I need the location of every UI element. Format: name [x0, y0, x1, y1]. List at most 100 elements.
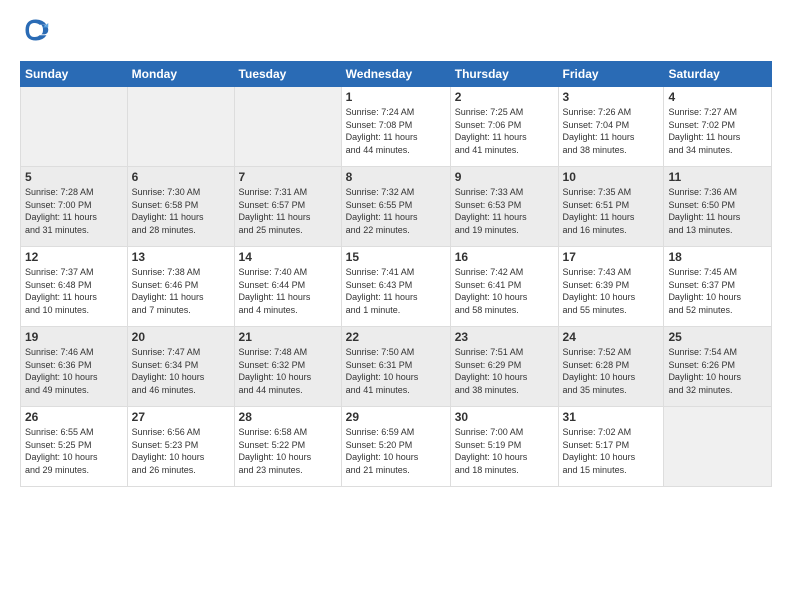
- calendar-header-wednesday: Wednesday: [341, 62, 450, 87]
- day-number: 22: [346, 330, 446, 344]
- calendar-cell: 21 Sunrise: 7:48 AM Sunset: 6:32 PM Dayli…: [234, 327, 341, 407]
- calendar-week-row: 19 Sunrise: 7:46 AM Sunset: 6:36 PM Dayli…: [21, 327, 772, 407]
- calendar-header-thursday: Thursday: [450, 62, 558, 87]
- calendar-cell: 13 Sunrise: 7:38 AM Sunset: 6:46 PM Dayli…: [127, 247, 234, 327]
- calendar-cell: 30 Sunrise: 7:00 AM Sunset: 5:19 PM Dayli…: [450, 407, 558, 487]
- day-number: 2: [455, 90, 554, 104]
- calendar-cell: 26 Sunrise: 6:55 AM Sunset: 5:25 PM Dayli…: [21, 407, 128, 487]
- calendar-header-row: SundayMondayTuesdayWednesdayThursdayFrid…: [21, 62, 772, 87]
- calendar-cell: 4 Sunrise: 7:27 AM Sunset: 7:02 PM Daylig…: [664, 87, 772, 167]
- day-number: 29: [346, 410, 446, 424]
- day-info: Sunrise: 7:27 AM Sunset: 7:02 PM Dayligh…: [668, 106, 767, 156]
- day-number: 25: [668, 330, 767, 344]
- day-info: Sunrise: 7:36 AM Sunset: 6:50 PM Dayligh…: [668, 186, 767, 236]
- day-info: Sunrise: 7:33 AM Sunset: 6:53 PM Dayligh…: [455, 186, 554, 236]
- calendar-cell: 17 Sunrise: 7:43 AM Sunset: 6:39 PM Dayli…: [558, 247, 664, 327]
- day-info: Sunrise: 7:48 AM Sunset: 6:32 PM Dayligh…: [239, 346, 337, 396]
- calendar-week-row: 1 Sunrise: 7:24 AM Sunset: 7:08 PM Daylig…: [21, 87, 772, 167]
- calendar-header-friday: Friday: [558, 62, 664, 87]
- page-container: SundayMondayTuesdayWednesdayThursdayFrid…: [0, 0, 792, 497]
- day-number: 19: [25, 330, 123, 344]
- day-info: Sunrise: 7:43 AM Sunset: 6:39 PM Dayligh…: [563, 266, 660, 316]
- day-info: Sunrise: 7:32 AM Sunset: 6:55 PM Dayligh…: [346, 186, 446, 236]
- day-info: Sunrise: 7:37 AM Sunset: 6:48 PM Dayligh…: [25, 266, 123, 316]
- day-number: 27: [132, 410, 230, 424]
- calendar-cell: 15 Sunrise: 7:41 AM Sunset: 6:43 PM Dayli…: [341, 247, 450, 327]
- calendar-cell: 28Sunrise: 6:58 AM Sunset: 5:22 PM Dayli…: [234, 407, 341, 487]
- calendar-cell: [127, 87, 234, 167]
- calendar-week-row: 5Sunrise: 7:28 AM Sunset: 7:00 PM Daylig…: [21, 167, 772, 247]
- day-info: Sunrise: 7:25 AM Sunset: 7:06 PM Dayligh…: [455, 106, 554, 156]
- day-number: 5: [25, 170, 123, 184]
- calendar-week-row: 12 Sunrise: 7:37 AM Sunset: 6:48 PM Dayli…: [21, 247, 772, 327]
- calendar-cell: 6Sunrise: 7:30 AM Sunset: 6:58 PM Daylig…: [127, 167, 234, 247]
- calendar-header-monday: Monday: [127, 62, 234, 87]
- day-info: Sunrise: 7:51 AM Sunset: 6:29 PM Dayligh…: [455, 346, 554, 396]
- day-info: Sunrise: 7:31 AM Sunset: 6:57 PM Dayligh…: [239, 186, 337, 236]
- day-number: 10: [563, 170, 660, 184]
- calendar-cell: 22 Sunrise: 7:50 AM Sunset: 6:31 PM Dayli…: [341, 327, 450, 407]
- day-info: Sunrise: 7:26 AM Sunset: 7:04 PM Dayligh…: [563, 106, 660, 156]
- calendar-cell: 27 Sunrise: 6:56 AM Sunset: 5:23 PM Dayli…: [127, 407, 234, 487]
- day-number: 23: [455, 330, 554, 344]
- calendar-cell: 7 Sunrise: 7:31 AM Sunset: 6:57 PM Daylig…: [234, 167, 341, 247]
- calendar-cell: 31 Sunrise: 7:02 AM Sunset: 5:17 PM Dayli…: [558, 407, 664, 487]
- day-info: Sunrise: 6:56 AM Sunset: 5:23 PM Dayligh…: [132, 426, 230, 476]
- day-info: Sunrise: 7:35 AM Sunset: 6:51 PM Dayligh…: [563, 186, 660, 236]
- calendar-table: SundayMondayTuesdayWednesdayThursdayFrid…: [20, 61, 772, 487]
- day-info: Sunrise: 7:00 AM Sunset: 5:19 PM Dayligh…: [455, 426, 554, 476]
- day-number: 30: [455, 410, 554, 424]
- day-info: Sunrise: 7:38 AM Sunset: 6:46 PM Dayligh…: [132, 266, 230, 316]
- day-info: Sunrise: 7:41 AM Sunset: 6:43 PM Dayligh…: [346, 266, 446, 316]
- calendar-cell: [234, 87, 341, 167]
- day-info: Sunrise: 7:50 AM Sunset: 6:31 PM Dayligh…: [346, 346, 446, 396]
- calendar-cell: 14 Sunrise: 7:40 AM Sunset: 6:44 PM Dayli…: [234, 247, 341, 327]
- day-number: 24: [563, 330, 660, 344]
- day-info: Sunrise: 7:42 AM Sunset: 6:41 PM Dayligh…: [455, 266, 554, 316]
- day-number: 12: [25, 250, 123, 264]
- day-info: Sunrise: 7:02 AM Sunset: 5:17 PM Dayligh…: [563, 426, 660, 476]
- day-info: Sunrise: 7:47 AM Sunset: 6:34 PM Dayligh…: [132, 346, 230, 396]
- day-info: Sunrise: 7:46 AM Sunset: 6:36 PM Dayligh…: [25, 346, 123, 396]
- day-number: 11: [668, 170, 767, 184]
- day-number: 17: [563, 250, 660, 264]
- day-info: Sunrise: 7:40 AM Sunset: 6:44 PM Dayligh…: [239, 266, 337, 316]
- day-info: Sunrise: 7:54 AM Sunset: 6:26 PM Dayligh…: [668, 346, 767, 396]
- calendar-cell: 5Sunrise: 7:28 AM Sunset: 7:00 PM Daylig…: [21, 167, 128, 247]
- day-number: 1: [346, 90, 446, 104]
- day-number: 21: [239, 330, 337, 344]
- day-number: 15: [346, 250, 446, 264]
- calendar-cell: 18Sunrise: 7:45 AM Sunset: 6:37 PM Dayli…: [664, 247, 772, 327]
- calendar-cell: 10 Sunrise: 7:35 AM Sunset: 6:51 PM Dayli…: [558, 167, 664, 247]
- day-number: 3: [563, 90, 660, 104]
- calendar-cell: 12 Sunrise: 7:37 AM Sunset: 6:48 PM Dayli…: [21, 247, 128, 327]
- calendar-header-tuesday: Tuesday: [234, 62, 341, 87]
- calendar-cell: 29 Sunrise: 6:59 AM Sunset: 5:20 PM Dayli…: [341, 407, 450, 487]
- day-number: 31: [563, 410, 660, 424]
- calendar-cell: 2 Sunrise: 7:25 AM Sunset: 7:06 PM Daylig…: [450, 87, 558, 167]
- day-number: 20: [132, 330, 230, 344]
- calendar-cell: 23 Sunrise: 7:51 AM Sunset: 6:29 PM Dayli…: [450, 327, 558, 407]
- logo-icon: [22, 16, 50, 44]
- day-number: 7: [239, 170, 337, 184]
- calendar-header-saturday: Saturday: [664, 62, 772, 87]
- logo: [20, 16, 52, 49]
- calendar-cell: 24 Sunrise: 7:52 AM Sunset: 6:28 PM Dayli…: [558, 327, 664, 407]
- day-number: 28: [239, 410, 337, 424]
- day-number: 26: [25, 410, 123, 424]
- day-info: Sunrise: 6:55 AM Sunset: 5:25 PM Dayligh…: [25, 426, 123, 476]
- calendar-cell: [664, 407, 772, 487]
- day-number: 16: [455, 250, 554, 264]
- day-number: 13: [132, 250, 230, 264]
- day-info: Sunrise: 6:59 AM Sunset: 5:20 PM Dayligh…: [346, 426, 446, 476]
- calendar-cell: 16 Sunrise: 7:42 AM Sunset: 6:41 PM Dayli…: [450, 247, 558, 327]
- day-number: 4: [668, 90, 767, 104]
- calendar-cell: 9Sunrise: 7:33 AM Sunset: 6:53 PM Daylig…: [450, 167, 558, 247]
- calendar-cell: 1 Sunrise: 7:24 AM Sunset: 7:08 PM Daylig…: [341, 87, 450, 167]
- day-info: Sunrise: 7:24 AM Sunset: 7:08 PM Dayligh…: [346, 106, 446, 156]
- header: [20, 16, 772, 49]
- day-info: Sunrise: 7:52 AM Sunset: 6:28 PM Dayligh…: [563, 346, 660, 396]
- day-info: Sunrise: 7:45 AM Sunset: 6:37 PM Dayligh…: [668, 266, 767, 316]
- day-number: 14: [239, 250, 337, 264]
- calendar-cell: 19 Sunrise: 7:46 AM Sunset: 6:36 PM Dayli…: [21, 327, 128, 407]
